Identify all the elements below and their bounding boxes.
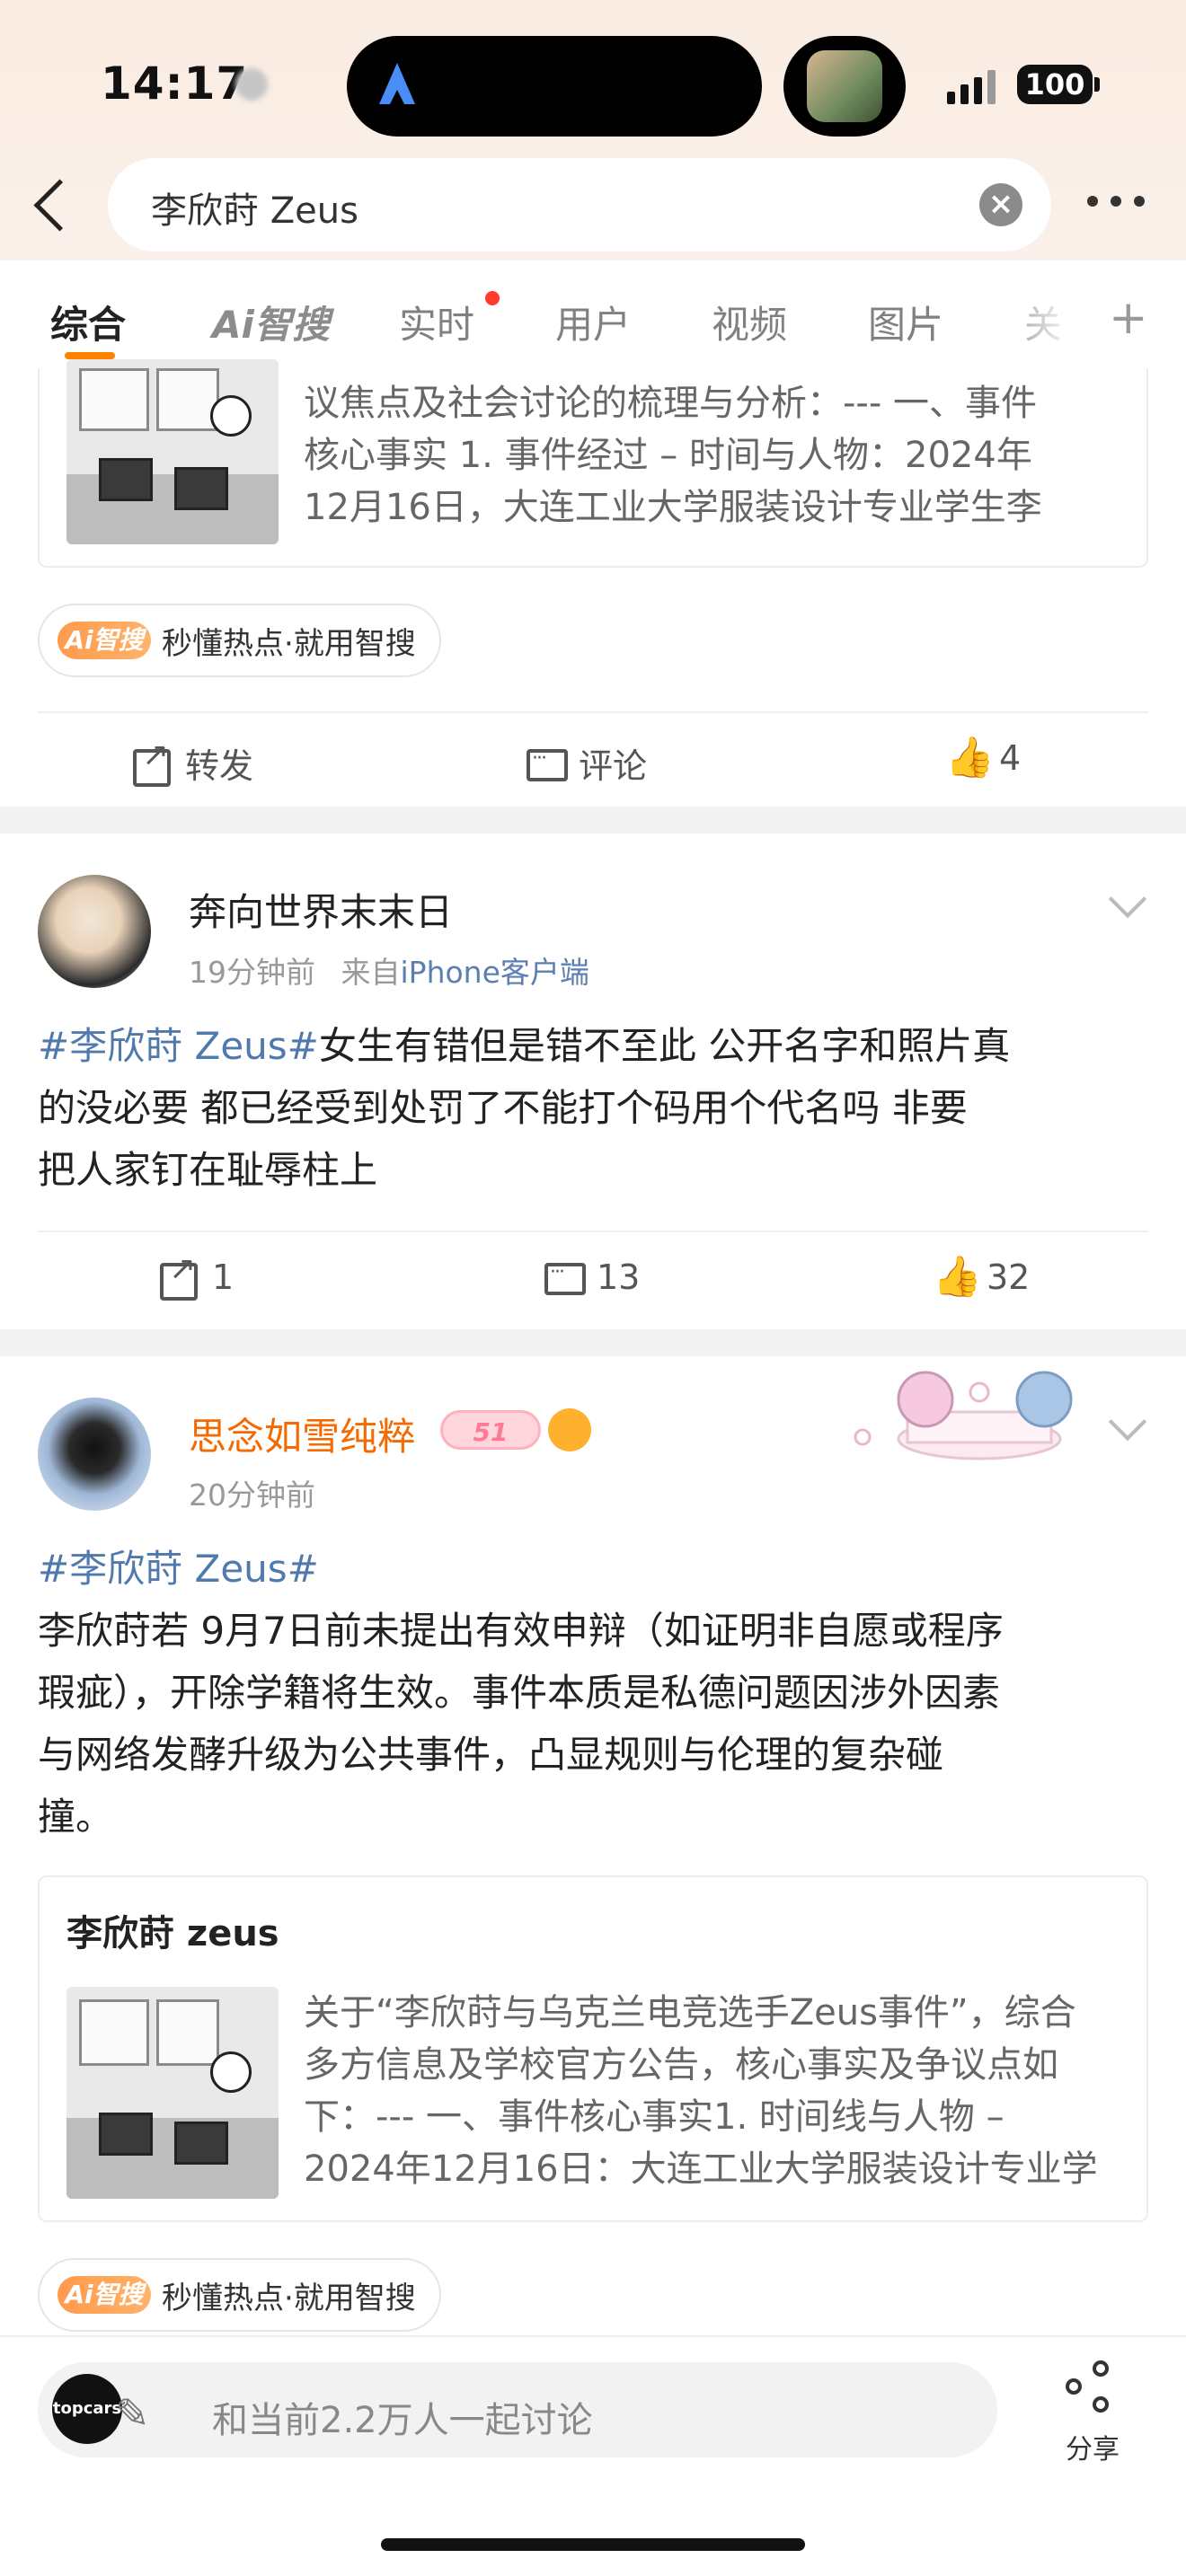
article-title: 李欣莳 zeus — [66, 1913, 279, 1954]
realtime-badge-dot — [485, 291, 500, 305]
post-time: 19分钟前 — [189, 955, 315, 990]
tab-videos[interactable]: 视频 — [712, 295, 787, 349]
post-actions: 1 13 👍 32 — [38, 1231, 1148, 1329]
repost-icon — [131, 737, 171, 787]
username[interactable]: 思念如雪纯粹 — [189, 1407, 415, 1461]
topic-hashtag[interactable]: #李欣莳 Zeus# — [38, 1024, 319, 1068]
comment-count: 13 — [597, 1257, 641, 1297]
live-activity-thumbnail — [807, 50, 882, 122]
add-tab-icon[interactable]: + — [1109, 291, 1148, 345]
article-thumbnail — [66, 359, 279, 544]
ai-search-badge: Ai智搜 — [58, 622, 151, 659]
level-badge: 51 — [440, 1410, 541, 1450]
topic-hashtag[interactable]: #李欣莳 Zeus# — [38, 1538, 1148, 1600]
comment-label: 评论 — [579, 746, 648, 786]
comment-icon — [525, 744, 568, 783]
status-time: 14:17 — [101, 57, 249, 110]
comment-icon — [543, 1257, 586, 1297]
chevron-down-icon[interactable] — [1108, 1402, 1147, 1442]
post-actions: 转发 评论 👍 4 — [38, 711, 1148, 810]
like-button[interactable]: 👍 32 — [933, 1254, 1031, 1300]
search-query: 李欣莳 Zeus — [151, 190, 358, 232]
article-excerpt: 议焦点及社会讨论的梳理与分析：--- 一、事件 核心事实 1. 事件经过 – 时… — [304, 383, 1042, 528]
post-separator — [0, 1329, 1186, 1356]
pencil-icon: ✎ — [115, 2389, 150, 2438]
chevron-down-icon[interactable] — [1108, 879, 1147, 919]
post-source[interactable]: iPhone客户端 — [401, 955, 589, 990]
repost-button[interactable]: 1 — [158, 1250, 235, 1301]
ai-search-pill[interactable]: Ai智搜 秒懂热点·就用智搜 — [38, 604, 441, 677]
thumbs-up-icon: 👍 — [933, 1254, 982, 1300]
navigation-arrow-icon — [379, 63, 415, 104]
like-count: 32 — [987, 1257, 1031, 1297]
home-indicator[interactable] — [381, 2538, 805, 2551]
post-meta: 20分钟前 — [189, 1471, 315, 1514]
tab-fade — [988, 260, 1096, 368]
more-options-icon[interactable] — [1087, 196, 1150, 210]
my-avatar[interactable]: topcars — [52, 2374, 122, 2444]
thumbs-up-icon: 👍 — [945, 735, 995, 781]
ai-search-pill-text: 秒懂热点·就用智搜 — [162, 625, 416, 662]
article-card[interactable]: 议焦点及社会讨论的梳理与分析：--- 一、事件 核心事实 1. 事件经过 – 时… — [38, 359, 1148, 568]
username[interactable]: 奔向世界末末日 — [189, 882, 453, 937]
share-icon[interactable] — [1066, 2360, 1120, 2414]
ai-search-badge: Ai智搜 — [58, 2276, 151, 2314]
post-separator — [0, 807, 1186, 834]
avatar[interactable] — [38, 875, 151, 988]
tab-users[interactable]: 用户 — [555, 295, 631, 349]
battery-cap — [1094, 77, 1100, 92]
battery-indicator: 100 — [1017, 65, 1093, 104]
ai-search-pill[interactable]: Ai智搜 秒懂热点·就用智搜 — [38, 2258, 441, 2332]
comment-button[interactable]: 13 — [543, 1257, 640, 1297]
post-body: #李欣莳 Zeus# 李欣莳若 9月7日前未提出有效申辩（如证明非自愿或程序 瑕… — [38, 1538, 1148, 1848]
search-input[interactable]: 李欣莳 Zeus × — [108, 158, 1051, 251]
article-thumbnail — [66, 1987, 279, 2199]
article-excerpt: 关于“李欣莳与乌克兰电竞选手Zeus事件”，综合 多方信息及学校官方公告，核心事… — [304, 1992, 1098, 2190]
avatar[interactable] — [38, 1398, 151, 1511]
search-tabs: 综合 Ai智搜 实时 用户 视频 图片 关 + — [0, 260, 1186, 368]
fish-badge-icon — [548, 1408, 591, 1451]
cellular-signal-icon — [947, 68, 996, 104]
like-button[interactable]: 👍 4 — [945, 735, 1022, 781]
source-prefix: 来自 — [341, 955, 401, 990]
blurred-status-icon — [235, 68, 268, 101]
repost-label: 转发 — [185, 746, 254, 786]
like-count: 4 — [999, 738, 1022, 778]
tab-ai-search[interactable]: Ai智搜 — [212, 295, 330, 349]
comment-button[interactable]: 评论 — [525, 738, 647, 788]
tab-comprehensive[interactable]: 综合 — [50, 295, 126, 349]
repost-icon — [158, 1250, 198, 1301]
card-decoration-stitch-icon — [854, 1371, 1073, 1460]
repost-button[interactable]: 转发 — [131, 737, 254, 788]
post-time: 20分钟前 — [189, 1478, 315, 1513]
active-tab-indicator — [65, 352, 115, 359]
back-button[interactable] — [27, 172, 77, 237]
post-body: #李欣莳 Zeus#女生有错但是错不至此 公开名字和照片真 的没必要 都已经受到… — [38, 1024, 1011, 1192]
tab-realtime[interactable]: 实时 — [399, 295, 474, 349]
article-card[interactable]: 李欣莳 zeus 关于“李欣莳与乌克兰电竞选手Zeus事件”，综合 多方信息及学… — [38, 1875, 1148, 2222]
discussion-placeholder: 和当前2.2万人一起讨论 — [212, 2400, 593, 2441]
repost-count: 1 — [212, 1257, 235, 1297]
ai-search-pill-text: 秒懂热点·就用智搜 — [162, 2280, 416, 2316]
share-label[interactable]: 分享 — [1066, 2427, 1120, 2466]
tab-images[interactable]: 图片 — [868, 295, 943, 349]
post-meta: 19分钟前 来自iPhone客户端 — [189, 948, 589, 992]
clear-search-icon[interactable]: × — [979, 183, 1022, 226]
